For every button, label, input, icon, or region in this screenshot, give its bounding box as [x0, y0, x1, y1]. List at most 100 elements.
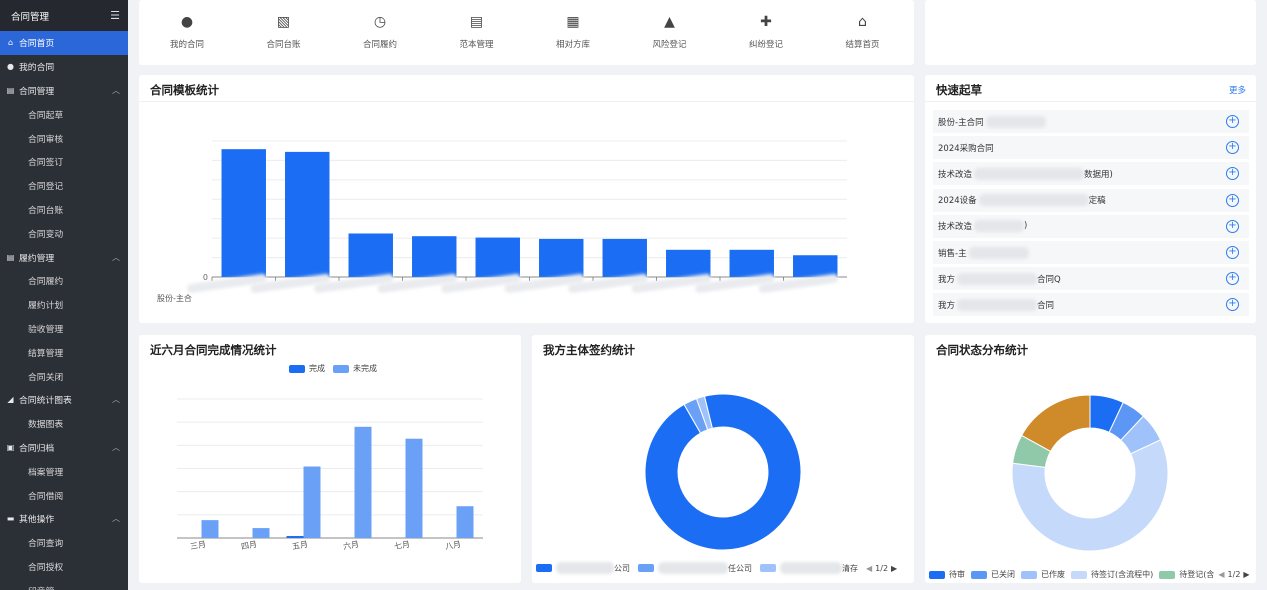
sidebar-item[interactable]: 数据图表: [0, 412, 128, 436]
sidebar-item[interactable]: ▤ 履约管理 ︿: [0, 245, 128, 269]
add-circle-icon[interactable]: +: [1226, 219, 1239, 233]
quick-draft-item[interactable]: 技术改造 数据用) +: [933, 162, 1249, 186]
sidebar-item-label: 印章管: [28, 584, 54, 590]
sidebar-item[interactable]: 档案管理: [0, 459, 128, 483]
bar[interactable]: [285, 151, 330, 277]
quick-draft-item[interactable]: 我方 合同 +: [933, 293, 1249, 317]
sidebar-item[interactable]: 合同起草: [0, 102, 128, 126]
prev-page-icon[interactable]: ◀: [866, 564, 872, 573]
quick-nav-item[interactable]: ▲ 风险登记: [630, 14, 710, 50]
bar[interactable]: [475, 237, 520, 277]
sidebar-item[interactable]: 履约计划: [0, 293, 128, 317]
next-page-icon[interactable]: ▶: [891, 564, 897, 573]
template-stats-chart: 0 股份-主合: [157, 140, 847, 303]
sidebar-header: 合同管理 ☰: [0, 0, 128, 31]
more-link[interactable]: 更多: [1229, 84, 1246, 96]
bar-incomplete[interactable]: [405, 438, 423, 538]
redacted-text: [978, 194, 1089, 207]
sidebar-item[interactable]: 验收管理: [0, 317, 128, 341]
user-icon: ●: [7, 62, 14, 72]
quick-draft-item[interactable]: 2024设备 定稿 +: [933, 188, 1249, 212]
subject-pie-slice[interactable]: [644, 393, 802, 551]
menu-fold-icon[interactable]: ☰: [110, 9, 120, 22]
sidebar-item[interactable]: 合同台账: [0, 198, 128, 222]
bar[interactable]: [539, 238, 584, 277]
sidebar-item[interactable]: 合同借阅: [0, 483, 128, 507]
legend-item[interactable]: 清存: [760, 562, 858, 574]
sidebar-item[interactable]: ▬ 其他操作 ︿: [0, 507, 128, 531]
sidebar-item[interactable]: 合同关闭: [0, 364, 128, 388]
legend-item[interactable]: 任公司: [638, 562, 752, 574]
bar[interactable]: [412, 236, 457, 277]
quick-nav-item[interactable]: ▦ 相对方库: [533, 14, 613, 50]
sidebar-item-label: 履约管理: [19, 253, 55, 264]
legend-item[interactable]: 待审: [929, 569, 965, 580]
quick-draft-label: 2024设备: [938, 196, 977, 207]
quick-draft-label: 2024采购合同: [938, 143, 994, 154]
quick-nav-label: 范本管理: [459, 40, 494, 50]
quick-draft-item[interactable]: 销售-主 +: [933, 241, 1249, 264]
legend-item[interactable]: 待登记(含: [1159, 569, 1214, 580]
quick-draft-label: 我方: [938, 300, 956, 311]
sidebar-item[interactable]: ▤ 合同管理 ︿: [0, 79, 128, 103]
next-page-icon[interactable]: ▶: [1243, 570, 1249, 579]
bar[interactable]: [221, 149, 266, 277]
quick-nav-item[interactable]: ◷ 合同履约: [340, 14, 420, 50]
quick-draft-label: 技术改造: [938, 222, 973, 233]
redacted-text: [974, 220, 1025, 233]
sidebar-item[interactable]: 结算管理: [0, 340, 128, 364]
bar[interactable]: [729, 249, 774, 277]
bar-incomplete[interactable]: [456, 506, 474, 538]
quick-nav-item[interactable]: ✚ 纠纷登记: [726, 14, 806, 50]
legend-item[interactable]: 公司: [536, 562, 630, 574]
legend-item[interactable]: 已作废: [1021, 569, 1065, 580]
quick-draft-item[interactable]: 股份-主合同 +: [933, 110, 1249, 133]
sidebar-item[interactable]: 合同签订: [0, 150, 128, 174]
bar[interactable]: [793, 255, 838, 277]
bar-completed[interactable]: [286, 536, 304, 538]
sidebar-item[interactable]: ● 我的合同: [0, 55, 128, 79]
quick-nav-item[interactable]: ⌂ 结算首页: [823, 14, 903, 50]
sidebar-item[interactable]: 合同登记: [0, 174, 128, 198]
sidebar-item[interactable]: 合同授权: [0, 555, 128, 579]
bar-incomplete[interactable]: [303, 466, 321, 538]
quick-nav-item[interactable]: ● 我的合同: [147, 14, 227, 50]
top-right-card: [925, 0, 1256, 65]
bar-incomplete[interactable]: [252, 528, 270, 538]
bar[interactable]: [666, 249, 711, 277]
quick-draft-item[interactable]: 技术改造) +: [933, 214, 1249, 238]
sidebar-item[interactable]: 印章管: [0, 578, 128, 590]
quick-draft-label-suffix: 合同Q: [1037, 274, 1061, 285]
x-tick-label: 四月: [240, 540, 257, 552]
add-circle-icon[interactable]: +: [1226, 193, 1239, 207]
chevron-up-icon: ︿: [112, 395, 120, 405]
bar[interactable]: [348, 233, 393, 277]
add-circle-icon[interactable]: +: [1226, 272, 1239, 286]
prev-page-icon[interactable]: ◀: [1218, 570, 1224, 579]
quick-nav-item[interactable]: ▧ 合同台账: [244, 14, 324, 50]
sidebar-item[interactable]: 合同履约: [0, 269, 128, 293]
add-circle-icon[interactable]: +: [1226, 141, 1239, 155]
bar[interactable]: [602, 238, 647, 277]
quick-draft-item[interactable]: 2024采购合同 +: [933, 136, 1249, 160]
sidebar-item-label: 合同变动: [28, 229, 64, 240]
sidebar-item[interactable]: ▣ 合同归档 ︿: [0, 436, 128, 460]
add-circle-icon[interactable]: +: [1226, 167, 1239, 181]
add-circle-icon[interactable]: +: [1226, 298, 1239, 312]
bar-incomplete[interactable]: [201, 520, 219, 538]
sidebar-item[interactable]: 合同审核: [0, 126, 128, 150]
add-circle-icon[interactable]: +: [1226, 115, 1239, 128]
legend-item[interactable]: 已关闭: [971, 569, 1015, 580]
sidebar-item[interactable]: ⌂ 合同首页: [0, 31, 128, 55]
sidebar-item[interactable]: 合同变动: [0, 221, 128, 245]
quick-draft-card: 快速起草 更多 股份-主合同 +2024采购合同 + 技术改造 数据用) +2024设备 定…: [925, 75, 1256, 323]
status-legend: 待审 已关闭 已作废 待签订(含流程中) 待登记(含 ◀ 1/2 ▶: [929, 569, 1250, 580]
legend-item[interactable]: 待签订(含流程中): [1071, 569, 1153, 580]
bar-incomplete[interactable]: [354, 426, 372, 538]
sidebar-item[interactable]: 合同查询: [0, 531, 128, 555]
quick-nav-item[interactable]: ▤ 范本管理: [437, 14, 517, 50]
quick-draft-item[interactable]: 我方 合同Q +: [933, 267, 1249, 291]
add-circle-icon[interactable]: +: [1226, 246, 1239, 259]
sidebar-item[interactable]: ◢ 合同统计图表 ︿: [0, 388, 128, 412]
status-stats-chart: [1011, 394, 1169, 552]
